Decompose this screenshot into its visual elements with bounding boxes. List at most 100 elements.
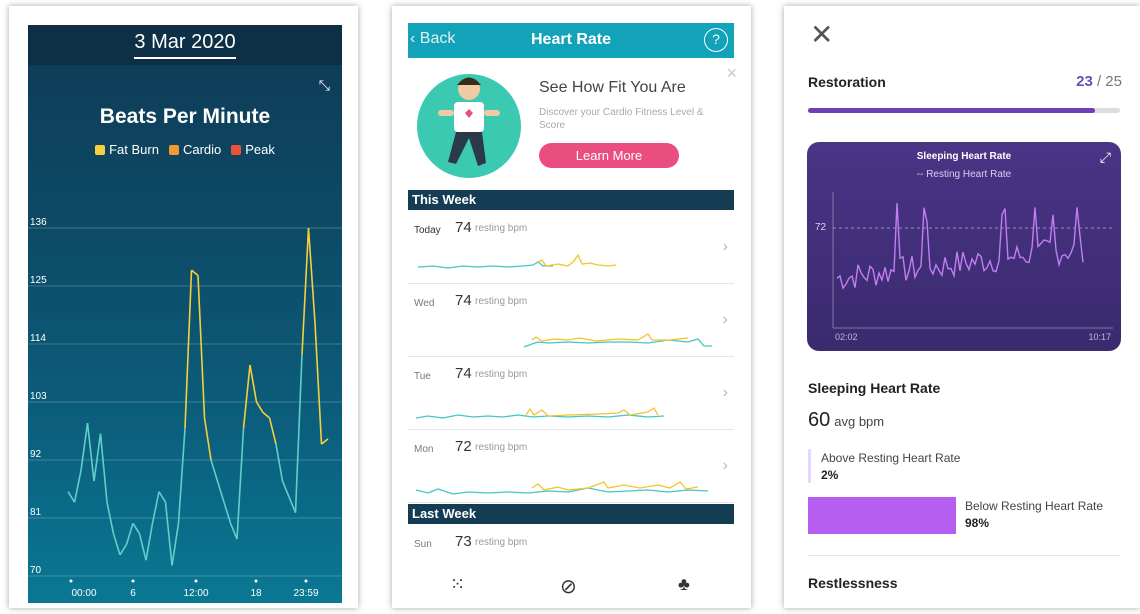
bpm-line-segment	[268, 417, 277, 445]
day-label: Sun	[414, 539, 432, 550]
x-tick-dot	[131, 579, 135, 583]
chevron-right-icon: ›	[722, 384, 728, 401]
bpm-line-segment	[73, 470, 82, 503]
card-subtitle: -- Resting Heart Rate	[916, 169, 1012, 180]
bpm-line-segment	[125, 523, 134, 545]
resting-hr-label: 72	[815, 222, 827, 233]
bpm-line-segment	[229, 522, 238, 540]
fat-burn-swatch	[95, 144, 106, 155]
above-resting-value: 2%	[821, 468, 839, 482]
community-icon[interactable]: ♣	[678, 574, 690, 595]
bpm-line-segment	[288, 496, 297, 514]
bpm-line-segment	[203, 417, 212, 461]
bpm-line-segment	[132, 522, 141, 535]
learn-more-button[interactable]: Learn More	[539, 143, 679, 168]
bpm-line-segment	[236, 428, 245, 540]
bpm-day-screen: 3 Mar 2020 70 81 92 103 114 125 136 00:00 6 12:00…	[9, 6, 358, 608]
x-tick-label: 12:00	[183, 588, 208, 599]
bpm-line-segment	[210, 459, 219, 482]
restoration-title: Restoration	[808, 74, 886, 90]
bpm-line-segment	[275, 444, 284, 482]
bpm-line-segment	[307, 227, 316, 323]
chevron-right-icon: ›	[722, 238, 728, 255]
y-tick-label: 136	[30, 217, 47, 228]
legend-fat-burn: Fat Burn	[95, 142, 159, 157]
dashboard-dots-icon[interactable]: ⁙	[450, 574, 465, 595]
bpm-line-segment	[119, 543, 128, 556]
x-tick-label: 00:00	[71, 588, 96, 599]
discover-compass-icon[interactable]: ⊘	[560, 574, 577, 599]
day-row-mon[interactable]: Mon 72 resting bpm ›	[408, 430, 734, 503]
restoration-progress-bar	[808, 108, 1120, 113]
section-last-week: Last Week	[408, 504, 734, 524]
x-tick-dot	[254, 579, 258, 583]
restlessness-title: Restlessness	[808, 575, 898, 591]
day-sparkline	[523, 333, 712, 348]
day-row-tue[interactable]: Tue 74 resting bpm ›	[408, 357, 734, 430]
bpm-line-segment	[171, 523, 180, 566]
figure-arm-left	[438, 110, 454, 116]
resting-bpm-label: resting bpm	[475, 537, 528, 548]
legend-cardio: Cardio	[168, 142, 221, 157]
x-start-label: 02:02	[835, 332, 858, 342]
sleeping-hr-line	[836, 202, 1084, 290]
day-row-today[interactable]: Today 74 resting bpm ›	[408, 211, 734, 284]
resting-bpm-value: 73	[455, 533, 472, 550]
bpm-line-segment	[67, 491, 76, 503]
expand-arrows-icon[interactable]: ⤢	[1100, 149, 1111, 166]
legend-peak: Peak	[231, 142, 275, 157]
x-tick-dot	[69, 579, 73, 583]
y-tick-label: 125	[30, 275, 47, 286]
bpm-line-segment	[314, 322, 323, 445]
bpm-line-segment	[93, 433, 102, 482]
sleeping-heart-rate-card[interactable]: Sleeping Heart Rate -- Resting Heart Rat…	[807, 142, 1121, 351]
bpm-line-segment	[112, 533, 121, 556]
bpm-line-segment	[242, 365, 251, 429]
bpm-line-segment	[249, 364, 258, 403]
day-sparkline	[415, 481, 709, 495]
close-promo-icon[interactable]: ×	[726, 63, 737, 84]
y-tick-label: 103	[30, 391, 47, 402]
bpm-line-segment	[184, 270, 193, 429]
zone-legend: Fat Burn Cardio Peak	[28, 142, 342, 157]
bpm-line-segment	[145, 523, 154, 561]
x-tick-label: 23:59	[293, 588, 318, 599]
y-tick-label: 81	[30, 507, 42, 518]
day-row-wed[interactable]: Wed 74 resting bpm ›	[408, 284, 734, 357]
above-resting-bar	[808, 449, 811, 483]
restoration-progress-fill	[808, 108, 1096, 113]
bpm-line-segment	[190, 269, 199, 277]
bpm-line-segment	[99, 433, 108, 503]
close-icon[interactable]: ✕	[810, 18, 833, 51]
bpm-line-segment	[80, 422, 89, 471]
y-tick-label: 92	[30, 449, 42, 460]
promo-title: See How Fit You Are	[539, 79, 686, 96]
promo-description: Discover your Cardio Fitness Level & Sco…	[539, 107, 704, 131]
bpm-line-segment	[177, 428, 186, 524]
chevron-right-icon: ›	[722, 457, 728, 474]
y-tick-label: 114	[30, 333, 46, 344]
restoration-screen: ✕ Restoration 23 / 25 Sleeping Heart Rat…	[784, 6, 1140, 608]
x-tick-label: 6	[130, 588, 136, 599]
collapse-arrows-icon[interactable]: ⤡	[319, 77, 330, 94]
restoration-score: 23 / 25	[1076, 73, 1122, 90]
x-tick-dot	[304, 579, 308, 583]
bpm-line-segment	[223, 501, 232, 524]
bpm-line-segment	[138, 533, 147, 561]
bpm-line-segment	[320, 438, 329, 445]
peak-swatch	[231, 144, 242, 155]
bpm-line-segment	[158, 491, 167, 503]
figure-arm-right	[484, 110, 500, 116]
below-resting-bar	[808, 497, 956, 534]
bpm-line-segment	[281, 480, 290, 498]
bpm-line-segment	[294, 354, 303, 513]
bpm-line-segment	[262, 411, 271, 419]
above-resting-label: Above Resting Heart Rate	[821, 451, 961, 465]
section-this-week: This Week	[408, 190, 734, 210]
x-tick-label: 18	[250, 588, 262, 599]
x-end-label: 10:17	[1088, 332, 1111, 342]
below-resting-label: Below Resting Heart Rate	[965, 499, 1104, 513]
bpm-chart-screen: 3 Mar 2020 70 81 92 103 114 125 136 00:00 6 12:00…	[28, 25, 342, 603]
heart-rate-screen: ‹ Back Heart Rate ? × See How Fit You Ar…	[392, 6, 751, 608]
bpm-line-segment	[197, 275, 206, 418]
